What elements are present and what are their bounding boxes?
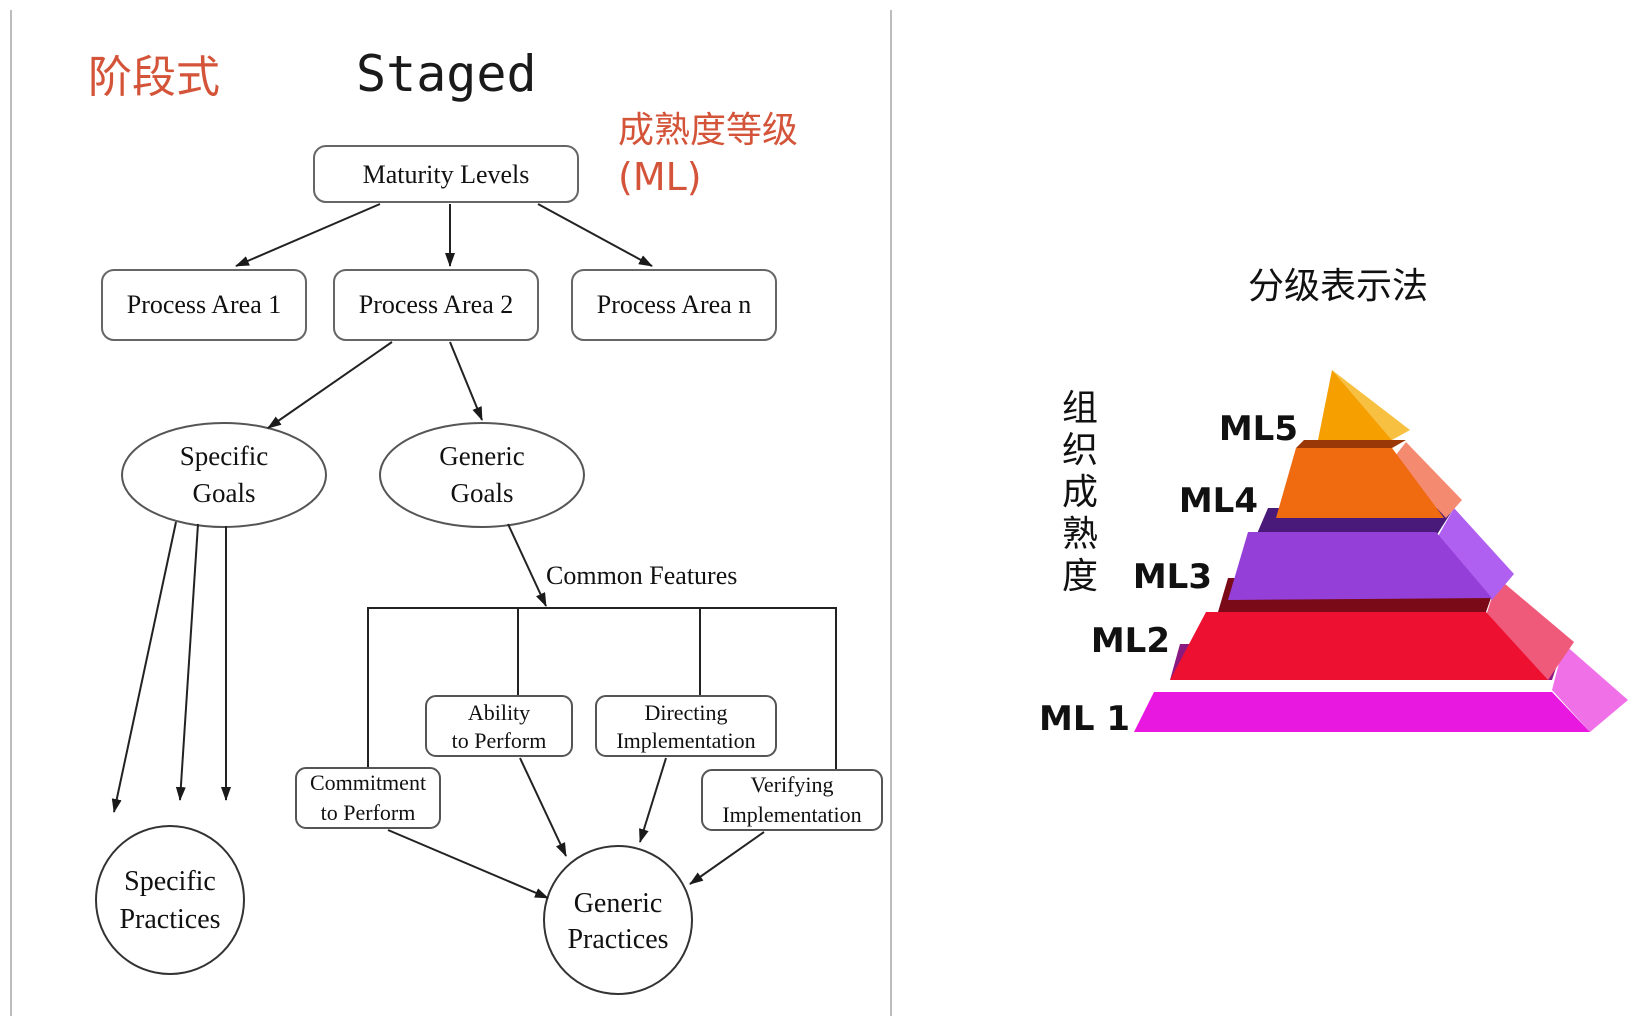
ml5-label: ML5 — [1219, 409, 1298, 449]
verifying-line1: Verifying — [750, 772, 833, 797]
generic-goals-line1: Generic — [439, 441, 524, 471]
generic-practices-node — [543, 845, 693, 995]
arrow-pa2-to-specific-goals — [267, 341, 393, 429]
process-area-n-label: Process Area n — [597, 290, 752, 319]
directing-line2: Implementation — [616, 728, 755, 753]
specific-goals-line1: Specific — [180, 441, 268, 471]
ml2-label: ML2 — [1091, 621, 1170, 661]
generic-practices-line2: Practices — [567, 924, 668, 955]
ml-cn-label: 成熟度等级 — [618, 110, 798, 151]
specific-practices-node — [95, 825, 245, 975]
arrow-sg-to-sp-2 — [175, 523, 199, 801]
arrow-commitment-to-gp — [387, 829, 549, 899]
ml4-top-ledge — [1296, 440, 1406, 448]
staged-cn-label: 阶段式 — [88, 52, 220, 103]
arrow-pa2-to-generic-goals — [449, 341, 483, 421]
process-area-1-label: Process Area 1 — [127, 290, 282, 319]
vertical-label-char-3: 成 — [1062, 472, 1098, 513]
process-area-2-label: Process Area 2 — [359, 290, 514, 319]
diagram-canvas: 阶段式 Staged 成熟度等级 (ML) Maturity Levels Pr… — [88, 45, 1628, 995]
directing-line1: Directing — [644, 700, 727, 725]
ml-abbr-label: (ML) — [618, 155, 702, 199]
vertical-label-char-4: 熟 — [1062, 514, 1098, 555]
specific-practices-line2: Practices — [119, 904, 220, 935]
ml1-front — [1134, 692, 1590, 732]
generic-goals-node — [379, 422, 585, 528]
arrow-ability-to-gp — [519, 757, 567, 857]
ability-line2: to Perform — [452, 728, 547, 753]
ml5-front — [1318, 370, 1392, 440]
ml1-label: ML 1 — [1039, 699, 1130, 739]
maturity-levels-label: Maturity Levels — [363, 160, 530, 189]
verifying-line2: Implementation — [722, 802, 861, 827]
arrow-gg-to-common-features — [507, 523, 547, 607]
common-features-label: Common Features — [546, 561, 737, 590]
vertical-label-char-5: 度 — [1062, 556, 1098, 597]
pyramid-title: 分级表示法 — [1248, 266, 1428, 307]
commitment-line2: to Perform — [321, 800, 416, 825]
arrow-ml-to-pan — [537, 203, 653, 267]
arrow-directing-to-gp — [639, 757, 667, 843]
commitment-line1: Commitment — [310, 770, 426, 795]
generic-goals-line2: Goals — [451, 478, 514, 508]
specific-goals-line2: Goals — [193, 478, 256, 508]
specific-practices-line1: Specific — [124, 866, 216, 897]
ml3-label: ML3 — [1133, 557, 1212, 597]
arrow-sg-to-sp-1 — [111, 521, 177, 813]
staged-title: Staged — [356, 45, 537, 103]
ability-line1: Ability — [468, 700, 530, 725]
arrow-verifying-to-gp — [689, 831, 765, 885]
vertical-label-char-2: 织 — [1062, 430, 1098, 471]
arrow-ml-to-pa1 — [235, 203, 381, 267]
generic-practices-line1: Generic — [574, 888, 663, 919]
ml4-label: ML4 — [1179, 481, 1258, 521]
ml2-front — [1170, 612, 1548, 680]
vertical-label-char-1: 组 — [1062, 388, 1098, 429]
specific-goals-node — [121, 422, 327, 528]
